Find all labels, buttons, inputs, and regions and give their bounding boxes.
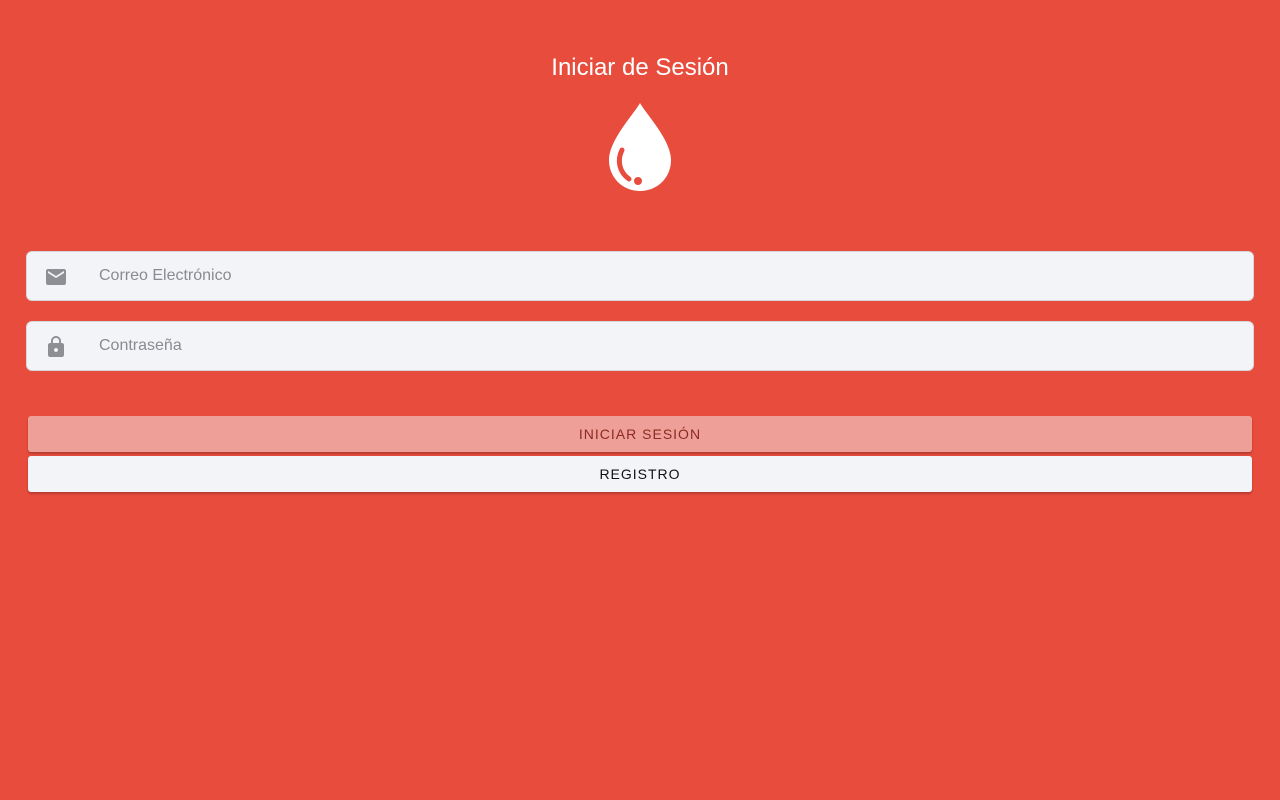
blood-drop-icon bbox=[609, 103, 671, 191]
email-input[interactable] bbox=[99, 252, 1239, 300]
password-input[interactable] bbox=[99, 322, 1239, 370]
register-button[interactable]: REGISTRO bbox=[28, 456, 1252, 492]
page-title: Iniciar de Sesión bbox=[551, 54, 729, 81]
mail-icon bbox=[46, 269, 66, 285]
lock-icon bbox=[48, 336, 64, 357]
login-button[interactable]: INICIAR SESIÓN bbox=[28, 416, 1252, 452]
password-field[interactable] bbox=[26, 321, 1254, 371]
login-page: Iniciar de Sesión INICIAR SESIÓN REGISTR… bbox=[0, 0, 1280, 800]
email-field[interactable] bbox=[26, 251, 1254, 301]
